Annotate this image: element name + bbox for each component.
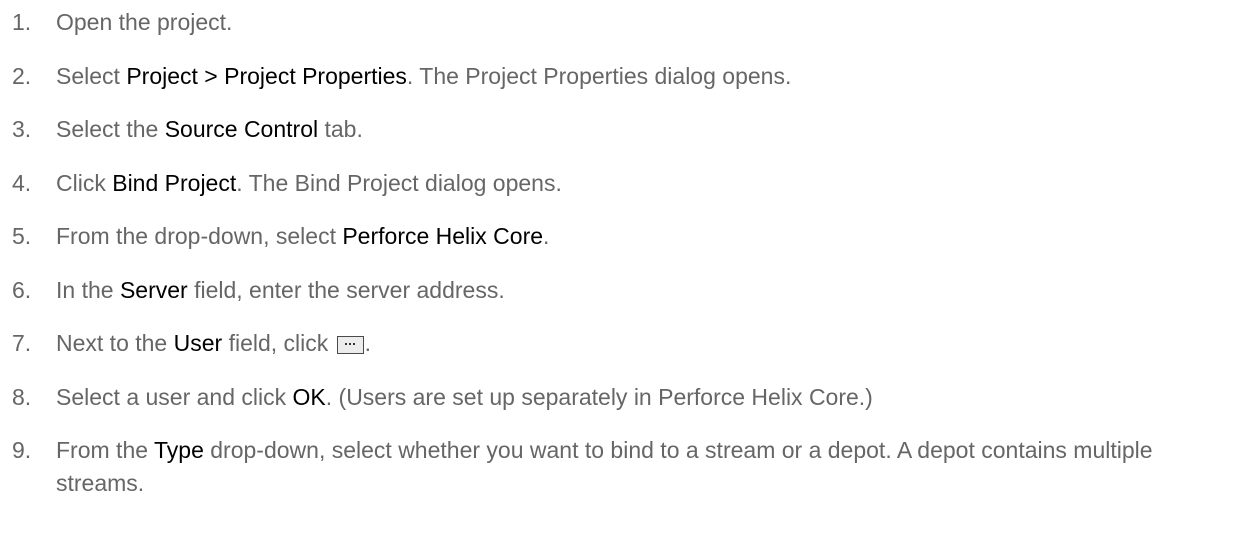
step-number: 6. — [12, 276, 32, 303]
step-7: 7. Next to the User field, click . — [0, 327, 1255, 360]
step-8: 8. Select a user and click OK. (Users ar… — [0, 381, 1255, 414]
step-4: 4. Click Bind Project. The Bind Project … — [0, 167, 1255, 200]
step-3: 3. Select the Source Control tab. — [0, 113, 1255, 146]
step-text: Select the — [56, 116, 165, 142]
step-number: 9. — [12, 437, 32, 463]
step-number: 2. — [12, 62, 32, 89]
step-text: tab. — [318, 116, 363, 142]
ui-term-bind-project: Bind Project — [112, 169, 237, 196]
step-text: . The Project Properties dialog opens. — [406, 62, 792, 89]
step-text: Open the project. — [56, 9, 233, 35]
step-2: 2. Select Project > Project Properties. … — [0, 60, 1255, 93]
step-9: 9. From the Type drop-down, select wheth… — [0, 434, 1255, 500]
step-number: 4. — [12, 169, 32, 196]
step-6: 6. In the Server field, enter the server… — [0, 274, 1255, 307]
instruction-steps: 1. Open the project. 2. Select Project >… — [0, 0, 1255, 500]
step-text: Next to the — [56, 330, 174, 356]
ui-term-user: User — [173, 330, 223, 356]
step-text: . The Bind Project dialog opens. — [236, 169, 562, 196]
step-text: . — [543, 223, 550, 249]
step-1: 1. Open the project. — [0, 6, 1255, 39]
step-text: drop-down, select whether you want to bi… — [56, 437, 1153, 496]
ui-term-perforce-helix-core: Perforce Helix Core — [342, 223, 544, 249]
step-text: field, click — [222, 330, 335, 356]
step-number: 5. — [12, 223, 32, 249]
step-text: field, enter the server address. — [187, 276, 505, 303]
ui-term-type: Type — [154, 437, 204, 463]
step-text: . (Users are set up separately in Perfor… — [325, 383, 873, 410]
step-text: Select a user and click — [56, 383, 293, 410]
step-number: 3. — [12, 116, 32, 142]
ui-term-source-control: Source Control — [164, 116, 319, 142]
step-text: From the — [56, 437, 154, 463]
step-text: From the drop-down, select — [56, 223, 343, 249]
step-number: 8. — [12, 383, 32, 410]
ui-term-server: Server — [119, 276, 188, 303]
step-number: 7. — [12, 330, 32, 356]
step-text: Select — [56, 62, 127, 89]
step-text: Click — [56, 169, 113, 196]
step-number: 1. — [12, 9, 32, 35]
ui-term-ok: OK — [292, 383, 326, 410]
ellipsis-browse-icon[interactable] — [336, 336, 364, 354]
step-text: . — [364, 330, 372, 356]
step-text: In the — [56, 276, 120, 303]
ui-term-project-properties: Project > Project Properties — [126, 62, 407, 89]
step-5: 5. From the drop-down, select Perforce H… — [0, 220, 1255, 253]
